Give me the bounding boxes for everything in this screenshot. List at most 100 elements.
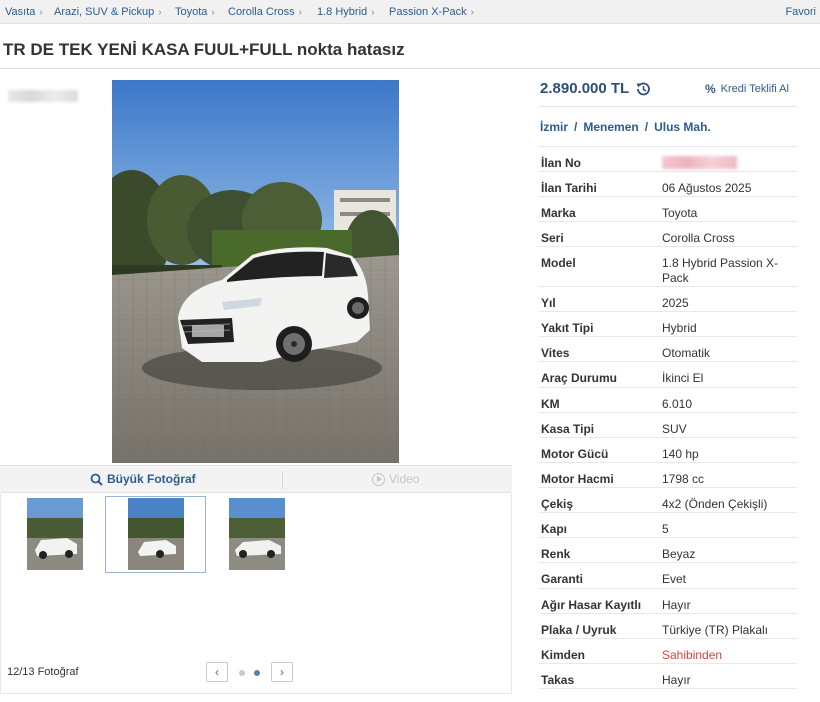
spec-value: Hybrid [662, 321, 697, 335]
video-button: Video [372, 472, 419, 486]
spec-label: İlan No [541, 156, 582, 170]
spec-row: Takas Hayır [539, 664, 797, 689]
location-district[interactable]: Menemen [583, 120, 638, 134]
spec-value: 140 hp [662, 447, 699, 461]
spec-value: Türkiye (TR) Plakalı [662, 623, 769, 637]
spec-row: Yıl 2025 [539, 287, 797, 312]
car-photo-image [112, 80, 399, 463]
spec-row: Ağır Hasar Kayıtlı Hayır [539, 589, 797, 614]
photo-counter: 12/13 Fotoğraf [7, 666, 79, 678]
spec-value: Sahibinden [662, 648, 723, 662]
spec-label: KM [541, 397, 560, 411]
big-photo-label: Büyük Fotoğraf [107, 472, 196, 486]
breadcrumb-item-passion-x-pack[interactable]: Passion X-Pack › [389, 6, 474, 18]
location-city[interactable]: İzmir [540, 120, 568, 134]
photo-toolbar: Büyük Fotoğraf Video [0, 465, 512, 493]
spec-row: Model 1.8 Hybrid Passion X-Pack [539, 247, 797, 287]
spec-row: Motor Hacmi 1798 cc [539, 463, 797, 488]
pager-dot-2-active[interactable] [254, 670, 260, 676]
spec-label: Takas [541, 673, 575, 687]
breadcrumb-item-hybrid[interactable]: 1.8 Hybrid › [317, 6, 374, 18]
location-neighborhood[interactable]: Ulus Mah. [654, 120, 711, 134]
chevron-left-icon: ‹ [215, 665, 219, 679]
toolbar-divider [282, 471, 283, 489]
spec-label: Kapı [541, 522, 568, 536]
spec-row: Vites Otomatik [539, 337, 797, 362]
percent-icon: % [705, 82, 716, 96]
title-divider [0, 68, 820, 69]
play-icon [372, 472, 385, 486]
spec-row: Motor Gücü 140 hp [539, 438, 797, 463]
video-label: Video [389, 472, 420, 486]
spec-row: Kimden Sahibinden [539, 639, 797, 664]
location-divider [539, 106, 797, 107]
spec-label: Çekiş [541, 497, 574, 511]
main-car-photo[interactable] [112, 80, 399, 463]
spec-row: Araç Durumu İkinci El [539, 362, 797, 388]
thumbnail-panel: 12/13 Fotoğraf ‹ › [0, 494, 512, 694]
redacted-label [8, 90, 78, 102]
spec-value: Corolla Cross [662, 231, 735, 245]
spec-row: İlan No [539, 147, 797, 172]
spec-label: Yıl [541, 296, 556, 310]
spec-value: Hayır [662, 673, 691, 687]
spec-label: Araç Durumu [541, 371, 618, 385]
spec-value: İkinci El [662, 371, 704, 385]
spec-label: Yakıt Tipi [541, 321, 594, 335]
thumbnail-1[interactable] [27, 498, 83, 570]
spec-label: Marka [541, 206, 576, 220]
spec-row: Kasa Tipi SUV [539, 413, 797, 438]
pager-dot-1[interactable] [239, 670, 245, 676]
listing-title: TR DE TEK YENİ KASA FUUL+FULL nokta hata… [3, 40, 405, 59]
spec-value: SUV [662, 422, 687, 436]
spec-value: 06 Ağustos 2025 [662, 181, 752, 195]
credit-offer-label: Kredi Teklifi Al [720, 83, 789, 95]
spec-row: KM 6.010 [539, 388, 797, 413]
spec-label: Plaka / Uyruk [541, 623, 617, 637]
location-breadcrumb: İzmir / Menemen / Ulus Mah. [540, 120, 711, 134]
breadcrumb-item-vasita[interactable]: Vasıta › [5, 6, 43, 18]
spec-row: Yakıt Tipi Hybrid [539, 312, 797, 337]
spec-value: 2025 [662, 296, 689, 310]
credit-offer-link[interactable]: % Kredi Teklifi Al [705, 82, 789, 96]
spec-value: 4x2 (Önden Çekişli) [662, 497, 768, 511]
breadcrumb-item-arazi-suv-pickup[interactable]: Arazi, SUV & Pickup › [54, 6, 162, 18]
thumbnail-3[interactable] [229, 498, 285, 570]
breadcrumb-item-corolla-cross[interactable]: Corolla Cross › [228, 6, 302, 18]
spec-value: 1.8 Hybrid Passion X-Pack [662, 256, 779, 285]
redacted-listing-number [662, 156, 737, 169]
spec-label: İlan Tarihi [541, 181, 597, 195]
spec-label: Motor Gücü [541, 447, 609, 461]
price-history-icon[interactable] [634, 80, 652, 98]
spec-value: Evet [662, 572, 687, 586]
spec-row: Renk Beyaz [539, 538, 797, 563]
favorites-link[interactable]: Favori [785, 6, 816, 18]
spec-row: Plaka / Uyruk Türkiye (TR) Plakalı [539, 614, 797, 639]
thumbnail-2-selected[interactable] [128, 498, 184, 570]
spec-row: Kapı 5 [539, 513, 797, 538]
spec-label: Renk [541, 547, 571, 561]
spec-row: Marka Toyota [539, 197, 797, 222]
breadcrumb-item-toyota[interactable]: Toyota › [175, 6, 215, 18]
spec-label: Kasa Tipi [541, 422, 595, 436]
spec-label: Kimden [541, 648, 586, 662]
price: 2.890.000 TL [540, 80, 630, 97]
previous-photo-button[interactable]: ‹ [206, 662, 228, 682]
spec-value: Toyota [662, 206, 698, 220]
spec-row: Çekiş 4x2 (Önden Çekişli) [539, 488, 797, 513]
spec-row: Garanti Evet [539, 563, 797, 589]
next-photo-button[interactable]: › [271, 662, 293, 682]
spec-label: Vites [541, 346, 570, 360]
spec-value: Otomatik [662, 346, 711, 360]
spec-value: 5 [662, 522, 669, 536]
spec-value: Hayır [662, 598, 691, 612]
big-photo-button[interactable]: Büyük Fotoğraf [90, 472, 196, 486]
spec-label: Ağır Hasar Kayıtlı [541, 598, 642, 612]
spec-row: Seri Corolla Cross [539, 222, 797, 247]
spec-row: İlan Tarihi 06 Ağustos 2025 [539, 172, 797, 197]
spec-label: Motor Hacmi [541, 472, 614, 486]
spec-value: 6.010 [662, 397, 693, 411]
spec-label: Seri [541, 231, 564, 245]
chevron-right-icon: › [280, 665, 284, 679]
search-icon [90, 473, 103, 486]
